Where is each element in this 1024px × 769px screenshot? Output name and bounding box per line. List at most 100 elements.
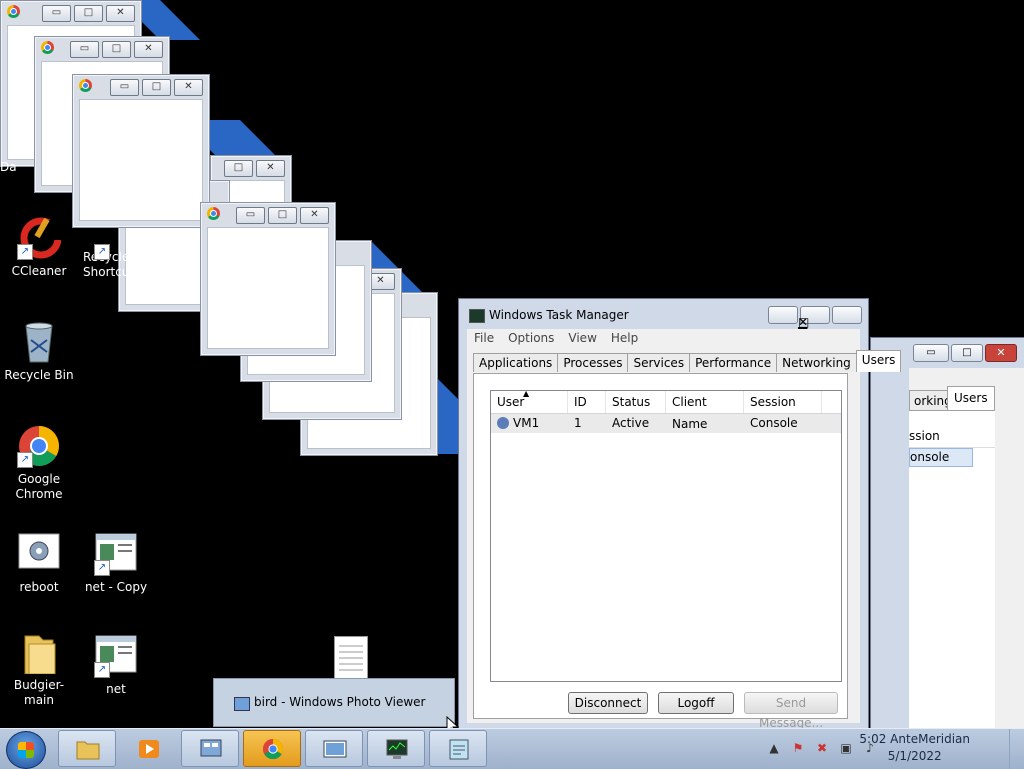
cell-session: onsole [910,450,950,464]
desktop-icon-recycle-bin[interactable]: Recycle Bin [1,320,77,383]
ghost-chrome-window[interactable]: ▭ □ ✕ [72,74,210,228]
desktop-icon-net-copy[interactable]: ↗ net - Copy [78,532,154,595]
desktop-icon-label: net [106,682,126,696]
tab-strip: Applications Processes Services Performa… [473,350,902,372]
maximize-icon[interactable]: □ [142,79,171,96]
shortcut-arrow-icon: ↗ [17,244,33,260]
disconnect-button[interactable]: Disconnect [568,692,648,714]
desktop-icon-net[interactable]: ↗ net [78,634,154,697]
shortcut-arrow-icon: ↗ [94,560,110,576]
minimize-icon[interactable]: ▭ [42,5,71,22]
desktop-icon-ccleaner[interactable]: ↗ CCleaner [1,216,77,279]
menu-file[interactable]: File [467,329,501,347]
desktop-icon-google-chrome[interactable]: ↗ Google Chrome [1,424,77,502]
desktop-icon-label: Google Chrome [15,472,63,501]
media-player-icon [139,740,159,758]
close-button[interactable]: ✕ [798,306,862,329]
shortcut-arrow-icon: ↗ [94,244,110,260]
cell-status: Active [612,416,650,430]
show-hidden-icons-icon[interactable]: ▲ [766,740,782,756]
tab-users[interactable]: Users [855,350,902,372]
desktop-icon-label: net - Copy [84,580,148,594]
close-icon: ✕ [798,315,809,329]
button-row: Disconnect Logoff Send Message... [568,692,838,728]
system-clock[interactable]: 5:02 AnteMeridian 5/1/2022 [859,731,970,765]
users-list[interactable]: ▲ User ID Status Client Name Session VM1 … [490,389,842,682]
network-disconnected-icon[interactable]: ✖ [814,740,830,756]
tab-services[interactable]: Services [627,353,691,372]
menu-bar: File Options View Help [467,329,860,347]
mouse-cursor-icon [446,716,460,728]
minimize-icon[interactable]: ▭ [913,344,949,362]
chrome-icon: ↗ [17,424,61,468]
close-icon[interactable]: ✕ [985,344,1017,362]
taskbar-button-explorer[interactable] [58,730,116,767]
cell-id: 1 [574,416,582,430]
title-bar[interactable]: Windows Task Manager ▁ □ ✕ [459,299,868,329]
table-row[interactable]: VM1 1 Active Console [491,414,841,433]
taskbar-button-photo-viewer[interactable] [305,730,363,767]
start-button[interactable] [6,731,46,769]
desktop: □✕ □✕ ▭□✕ ▭□✕ ▭□✕ ▭□✕ Da ↗ CCleaner [0,0,1024,728]
ghost-chrome-window[interactable]: ▭ □ ✕ [200,202,336,356]
taskbar-button-notepad[interactable] [429,730,487,767]
maximize-icon[interactable]: □ [268,207,297,224]
menu-options[interactable]: Options [501,329,561,347]
task-manager-window[interactable]: Windows Task Manager ▁ □ ✕ File Options … [458,298,902,728]
column-header-session[interactable]: ssion [909,425,995,448]
task-manager-icon [469,309,485,323]
shortcut-arrow-icon: ↗ [94,662,110,678]
taskbar-button-media-player[interactable] [119,730,177,767]
close-icon[interactable]: ✕ [106,5,135,22]
tab-applications[interactable]: Applications [473,353,559,372]
column-header-session[interactable]: Session [744,391,822,413]
taskbar-button-chrome[interactable] [243,730,301,767]
tab-users[interactable]: Users [947,386,995,411]
taskbar-button-control-panel[interactable] [181,730,239,767]
desktop-icon-reboot[interactable]: reboot [1,532,77,595]
list-header: ▲ User ID Status Client Name Session [491,389,841,431]
tab-networking[interactable]: Networking [776,353,857,372]
column-header-id[interactable]: ID [568,391,606,413]
maximize-icon[interactable]: □ [224,160,253,177]
maximize-icon[interactable]: □ [74,5,103,22]
tab-performance[interactable]: Performance [689,353,778,372]
desktop-icon-budgier-main[interactable]: Budgier-main [1,630,77,708]
minimize-icon[interactable]: ▭ [236,207,265,224]
show-desktop-button[interactable] [1009,729,1024,769]
menu-view[interactable]: View [561,329,603,347]
minimize-icon[interactable]: ▭ [70,41,99,58]
text-file-icon[interactable] [334,636,368,680]
desktop-icon-recycle-shortcut[interactable]: ↗ Recycle Shortcut [78,244,134,280]
logoff-button[interactable]: Logoff [658,692,734,714]
close-icon[interactable]: ✕ [256,160,285,177]
send-message-button[interactable]: Send Message... [744,692,838,728]
desktop-icon-label: reboot [19,580,59,594]
tab-processes[interactable]: Processes [557,353,629,372]
desktop-icon-label: Budgier-main [13,678,65,707]
minimize-button[interactable]: ▁ [768,306,807,329]
desktop-icon-label: Recycle Bin [4,368,74,382]
close-icon[interactable]: ✕ [174,79,203,96]
cell-user-text: VM1 [513,416,540,430]
minimize-icon[interactable]: ▭ [110,79,139,96]
task-manager-client: Applications Processes Services Performa… [467,347,902,728]
table-row[interactable]: onsole [909,448,973,467]
column-header-client-name[interactable]: Client Name [666,391,744,431]
desktop-icon-da[interactable]: Da [0,160,22,175]
popup-label: bird - Windows Photo Viewer [254,695,426,709]
maximize-icon[interactable]: □ [951,344,983,362]
task-manager-window-background[interactable]: ▭ □ ✕ orking Users ssion onsole [870,337,1024,728]
control-panel-icon [200,739,222,757]
close-icon[interactable]: ✕ [300,207,329,224]
menu-help[interactable]: Help [604,329,645,347]
column-header-user[interactable]: ▲ User [491,389,568,413]
maximize-icon[interactable]: □ [102,41,131,58]
taskbar-preview-popup[interactable]: bird - Windows Photo Viewer [213,678,455,727]
action-center-icon[interactable]: ⚑ [790,740,806,756]
column-header-status[interactable]: Status [606,391,666,413]
taskbar-button-task-manager[interactable] [367,730,425,767]
chrome-icon [262,738,284,760]
network-icon[interactable]: ▣ [838,740,854,756]
close-icon[interactable]: ✕ [134,41,163,58]
